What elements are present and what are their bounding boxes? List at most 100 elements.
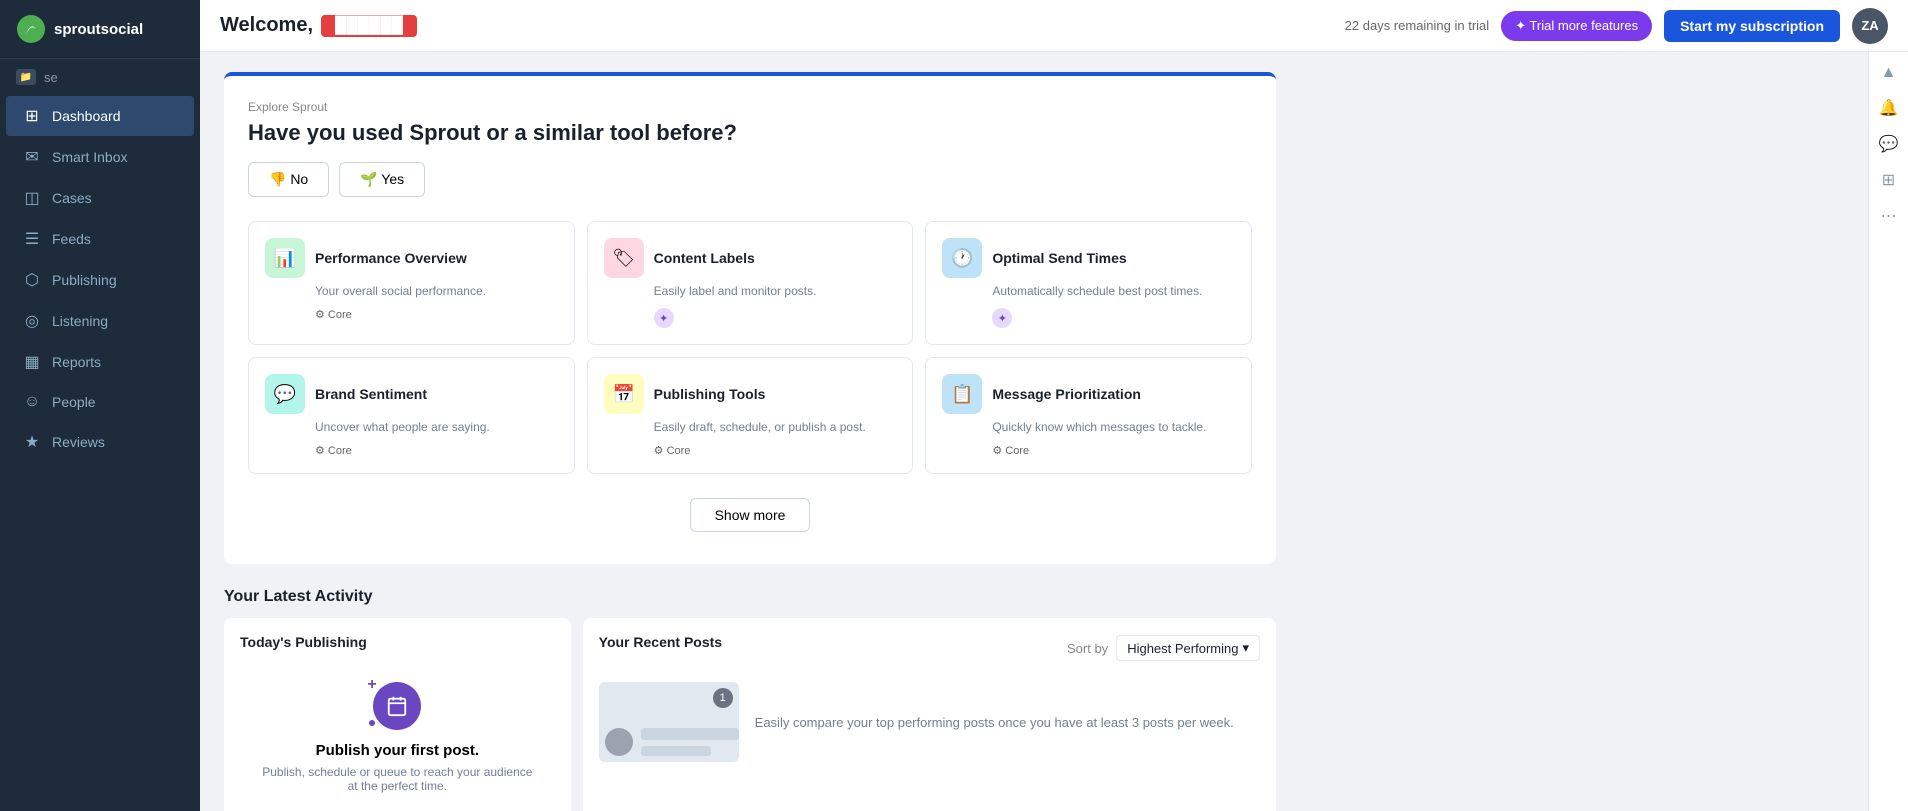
yes-button[interactable]: 🌱 Yes	[339, 162, 425, 197]
workspace-label: se	[44, 70, 58, 85]
feature-card-brand-sentiment: 💬 Brand Sentiment Uncover what people ar…	[248, 357, 575, 474]
feature-card-header-msg: 📋 Message Prioritization	[942, 374, 1235, 414]
workspace-selector[interactable]: 📁 se	[0, 59, 200, 95]
chevron-down-icon: ▾	[1242, 640, 1249, 656]
cases-icon: ◫	[22, 188, 42, 208]
yes-no-group: 👎 No 🌱 Yes	[248, 162, 1252, 197]
post-avatar-small	[605, 728, 633, 756]
feature-card-header-optimal: 🕐 Optimal Send Times	[942, 238, 1235, 278]
publish-icon-wrapper: +	[373, 682, 421, 730]
explore-question: Have you used Sprout or a similar tool b…	[248, 120, 1252, 146]
user-avatar[interactable]: ZA	[1852, 8, 1888, 44]
core-badge: ⚙ Core	[315, 308, 352, 321]
chat-icon[interactable]: 💬	[1879, 134, 1899, 154]
trial-more-features-button[interactable]: ✦ Trial more features	[1501, 11, 1652, 41]
show-more-button[interactable]: Show more	[690, 498, 811, 532]
sidebar-item-listening[interactable]: ◎ Listening	[6, 301, 194, 341]
sidebar-top: sproutsocial	[0, 0, 200, 59]
start-subscription-button[interactable]: Start my subscription	[1664, 10, 1840, 42]
feature-card-header-pub-tools: 📅 Publishing Tools	[604, 374, 897, 414]
feature-desc-labels: Easily label and monitor posts.	[654, 284, 897, 298]
workspace-icon: 📁	[16, 69, 36, 85]
core-badge-pub-tools: ⚙ Core	[654, 444, 691, 457]
message-priority-icon: 📋	[942, 374, 982, 414]
sproutsocial-logo-icon	[16, 14, 46, 44]
feature-desc-msg: Quickly know which messages to tackle.	[992, 420, 1235, 434]
topbar-right: 22 days remaining in trial ✦ Trial more …	[1345, 8, 1888, 44]
right-icon-strip: ▲ 🔔 💬 ⊞ ⋯	[1868, 52, 1908, 811]
publishing-icon: ⬡	[22, 270, 42, 290]
post-content-bar-2	[641, 746, 711, 756]
feature-badge-sentiment: ⚙ Core	[315, 444, 558, 457]
publishing-tools-icon: 📅	[604, 374, 644, 414]
publish-empty-state: +	[240, 662, 555, 811]
feature-title-performance: Performance Overview	[315, 250, 467, 266]
listening-icon: ◎	[22, 311, 42, 331]
brand-sentiment-icon: 💬	[265, 374, 305, 414]
topbar: Welcome, ██████ 22 days remaining in tri…	[200, 0, 1908, 52]
sidebar-item-reports[interactable]: ▦ Reports	[6, 342, 194, 382]
post-content-bar-1	[641, 728, 739, 740]
sidebar-label-people: People	[52, 394, 96, 410]
sidebar-label-feeds: Feeds	[52, 231, 91, 247]
people-icon: ☺	[22, 393, 42, 411]
sort-select[interactable]: Highest Performing ▾	[1116, 635, 1260, 661]
sidebar-label-publishing: Publishing	[52, 272, 117, 288]
feature-card-header-sentiment: 💬 Brand Sentiment	[265, 374, 558, 414]
sort-selected-value: Highest Performing	[1127, 641, 1238, 656]
notifications-icon[interactable]: 🔔	[1879, 98, 1899, 118]
main-content: Explore Sprout Have you used Sprout or a…	[200, 52, 1868, 811]
sidebar: sproutsocial 📁 se ⊞ Dashboard ✉ Smart In…	[0, 0, 200, 811]
feature-desc-optimal: Automatically schedule best post times.	[992, 284, 1235, 298]
no-button[interactable]: 👎 No	[248, 162, 329, 197]
explore-label: Explore Sprout	[248, 100, 1252, 114]
feature-badge-pub-tools: ⚙ Core	[654, 444, 897, 457]
feeds-icon: ☰	[22, 229, 42, 249]
todays-publishing-card: Today's Publishing +	[224, 618, 571, 811]
more-options-icon[interactable]: ⋯	[1881, 206, 1897, 226]
grid-icon[interactable]: ⊞	[1882, 170, 1895, 190]
publishing-card-title: Today's Publishing	[240, 634, 555, 650]
sidebar-label-smart-inbox: Smart Inbox	[52, 149, 127, 165]
reports-icon: ▦	[22, 352, 42, 372]
reviews-icon: ★	[22, 432, 42, 452]
feature-badge-performance: ⚙ Core	[315, 308, 558, 321]
feature-card-header: 📊 Performance Overview	[265, 238, 558, 278]
smart-inbox-icon: ✉	[22, 147, 42, 167]
show-more-container: Show more	[248, 490, 1252, 540]
content-labels-icon: 🏷	[604, 238, 644, 278]
activity-title: Your Latest Activity	[224, 588, 1276, 606]
sidebar-item-cases[interactable]: ◫ Cases	[6, 178, 194, 218]
scroll-up-icon[interactable]: ▲	[1881, 64, 1897, 82]
post-thumbnail: 1	[599, 682, 739, 762]
sidebar-item-publishing[interactable]: ⬡ Publishing	[6, 260, 194, 300]
recent-posts-empty-text: Easily compare your top performing posts…	[755, 715, 1234, 730]
explore-section: Explore Sprout Have you used Sprout or a…	[224, 72, 1276, 564]
feature-badge-msg: ⚙ Core	[992, 444, 1235, 457]
sidebar-nav: ⊞ Dashboard ✉ Smart Inbox ◫ Cases ☰ Feed…	[0, 95, 200, 463]
feature-title-optimal: Optimal Send Times	[992, 250, 1126, 266]
sidebar-item-reviews[interactable]: ★ Reviews	[6, 422, 194, 462]
publish-empty-title: Publish your first post.	[316, 742, 479, 759]
feature-card-publishing-tools: 📅 Publishing Tools Easily draft, schedul…	[587, 357, 914, 474]
core-badge-msg: ⚙ Core	[992, 444, 1029, 457]
sidebar-label-reports: Reports	[52, 354, 101, 370]
user-name-badge: ██████	[321, 15, 417, 37]
premium-badge-labels: ✦	[654, 308, 674, 328]
sidebar-item-feeds[interactable]: ☰ Feeds	[6, 219, 194, 259]
recent-posts-content: 1 Easily compare your top performing pos…	[599, 674, 1260, 762]
sidebar-item-smart-inbox[interactable]: ✉ Smart Inbox	[6, 137, 194, 177]
dashboard-icon: ⊞	[22, 106, 42, 126]
feature-card-message-priority: 📋 Message Prioritization Quickly know wh…	[925, 357, 1252, 474]
sidebar-item-people[interactable]: ☺ People	[6, 383, 194, 421]
sort-by-label: Sort by	[1067, 641, 1108, 656]
sidebar-label-dashboard: Dashboard	[52, 108, 121, 124]
feature-desc-pub-tools: Easily draft, schedule, or publish a pos…	[654, 420, 897, 434]
publish-calendar-icon	[373, 682, 421, 730]
recent-posts-card: Your Recent Posts Sort by Highest Perfor…	[583, 618, 1276, 811]
sidebar-item-dashboard[interactable]: ⊞ Dashboard	[6, 96, 194, 136]
feature-card-header-labels: 🏷 Content Labels	[604, 238, 897, 278]
recent-posts-header: Your Recent Posts Sort by Highest Perfor…	[599, 634, 1260, 662]
feature-card-content-labels: 🏷 Content Labels Easily label and monito…	[587, 221, 914, 345]
feature-title-msg: Message Prioritization	[992, 386, 1141, 402]
